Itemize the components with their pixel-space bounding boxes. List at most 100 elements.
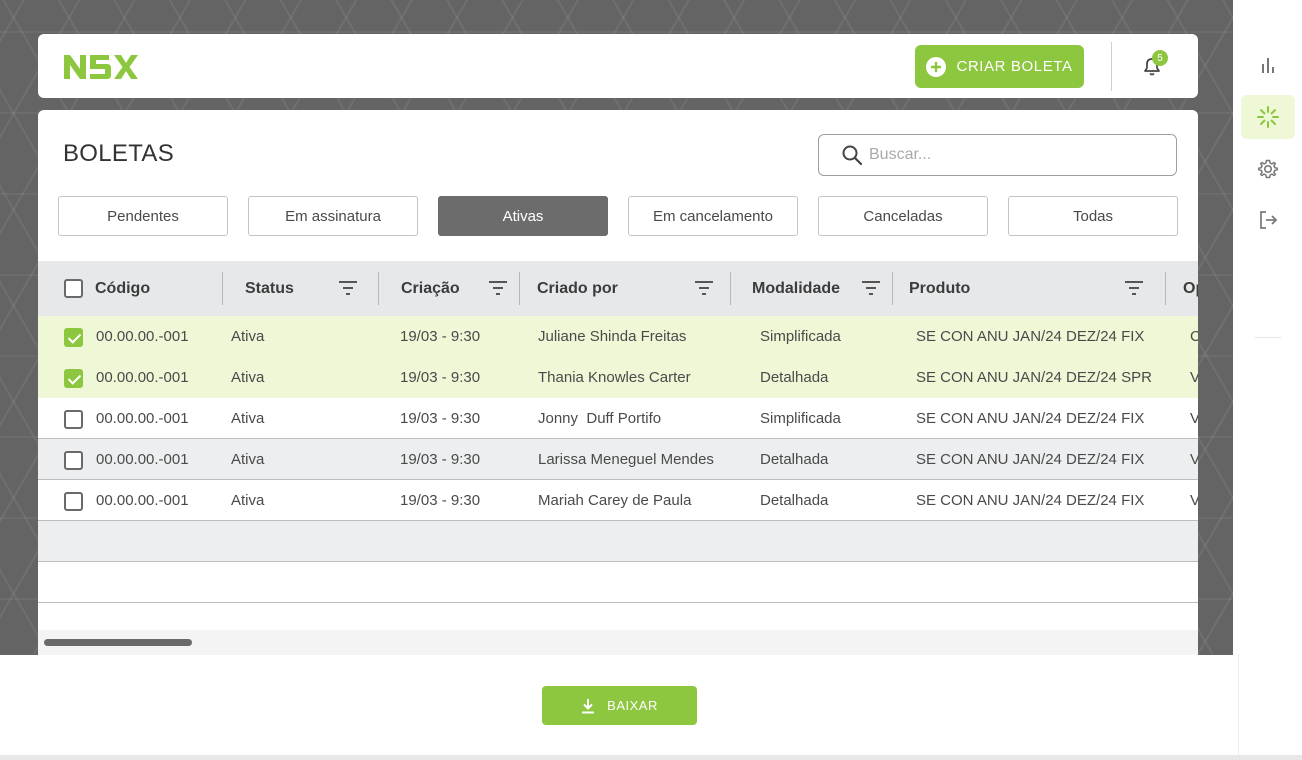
column-header-criacao: Criação (401, 279, 460, 297)
row-checkbox[interactable] (64, 328, 83, 347)
footer-bar: BAIXAR (0, 655, 1239, 755)
column-header-modalidade: Modalidade (752, 279, 841, 297)
cell-criado-por: Thania Knowles Carter (538, 369, 691, 386)
tab-canceladas[interactable]: Canceladas (818, 196, 988, 236)
cell-codigo: 00.00.00.-001 (96, 410, 189, 427)
cell-modalidade: Detalhada (760, 369, 829, 386)
settings-nav-item[interactable] (1241, 147, 1295, 191)
table-header: Código Status Criação Criado por Modalid… (38, 261, 1198, 316)
tab-em-assinatura[interactable]: Em assinatura (248, 196, 418, 236)
download-label: BAIXAR (607, 698, 658, 713)
cell-criacao: 19/03 - 9:30 (400, 410, 481, 427)
scrollbar-thumb[interactable] (44, 639, 192, 646)
boletas-table: Código Status Criação Criado por Modalid… (38, 261, 1198, 603)
cell-op: V (1190, 369, 1198, 386)
cell-criacao: 19/03 - 9:30 (400, 369, 481, 386)
cell-criacao: 19/03 - 9:30 (400, 451, 481, 468)
table-row[interactable]: 00.00.00.-001 Ativa 19/03 - 9:30 Jonny D… (38, 398, 1198, 439)
cell-op: V (1190, 492, 1198, 509)
chart-icon (1262, 58, 1274, 73)
filter-icon[interactable] (338, 279, 358, 297)
boletas-panel: BOLETAS Pendentes Em assinatura Ativas E… (38, 110, 1198, 655)
notifications-button[interactable]: 5 (1140, 50, 1168, 80)
column-header-status: Status (245, 279, 294, 297)
empty-row (38, 562, 1198, 603)
table-row[interactable]: 00.00.00.-001 Ativa 19/03 - 9:30 Mariah … (38, 480, 1198, 521)
cell-status: Ativa (231, 369, 265, 386)
filter-icon[interactable] (1124, 279, 1144, 297)
column-divider (519, 272, 520, 305)
cell-codigo: 00.00.00.-001 (96, 369, 189, 386)
column-header-criado-por: Criado por (537, 279, 618, 297)
loading-icon (1257, 106, 1279, 128)
create-boleta-label: CRIAR BOLETA (956, 58, 1073, 75)
search-box[interactable] (818, 134, 1177, 176)
tab-em-cancelamento[interactable]: Em cancelamento (628, 196, 798, 236)
column-divider (222, 272, 223, 305)
gear-icon (1257, 159, 1279, 179)
boletas-nav-item[interactable] (1241, 95, 1295, 139)
cell-modalidade: Detalhada (760, 451, 829, 468)
download-button[interactable]: BAIXAR (542, 686, 697, 725)
column-divider (1165, 272, 1166, 305)
cell-status: Ativa (231, 410, 265, 427)
cell-status: Ativa (231, 492, 265, 509)
table-row[interactable]: 00.00.00.-001 Ativa 19/03 - 9:30 Larissa… (38, 439, 1198, 480)
cell-op: V (1190, 451, 1198, 468)
cell-codigo: 00.00.00.-001 (96, 492, 189, 509)
tab-ativas[interactable]: Ativas (438, 196, 608, 236)
cell-codigo: 00.00.00.-001 (96, 328, 189, 345)
side-rail (1233, 0, 1302, 760)
column-header-op: Op (1183, 279, 1198, 297)
cell-status: Ativa (231, 328, 265, 345)
create-boleta-button[interactable]: CRIAR BOLETA (915, 45, 1084, 88)
plus-icon (926, 56, 947, 77)
tab-todas[interactable]: Todas (1008, 196, 1178, 236)
bottom-border (0, 755, 1302, 760)
cell-codigo: 00.00.00.-001 (96, 451, 189, 468)
filter-icon[interactable] (861, 279, 881, 297)
filter-icon[interactable] (488, 279, 508, 297)
cell-modalidade: Simplificada (760, 410, 841, 427)
logout-icon (1260, 211, 1278, 229)
column-divider (378, 272, 379, 305)
search-icon (842, 145, 863, 166)
cell-modalidade: Simplificada (760, 328, 841, 345)
page-title: BOLETAS (63, 140, 175, 167)
cell-produto: SE CON ANU JAN/24 DEZ/24 FIX (916, 451, 1145, 468)
cell-produto: SE CON ANU JAN/24 DEZ/24 SPR (916, 369, 1152, 386)
row-checkbox[interactable] (64, 369, 83, 388)
cell-produto: SE CON ANU JAN/24 DEZ/24 FIX (916, 492, 1145, 509)
column-header-codigo: Código (95, 279, 151, 297)
row-checkbox[interactable] (64, 410, 83, 429)
select-all-checkbox[interactable] (64, 279, 83, 298)
column-header-produto: Produto (909, 279, 971, 297)
rail-divider (1255, 337, 1281, 338)
logout-nav-item[interactable] (1241, 198, 1295, 242)
reports-nav-item[interactable] (1241, 43, 1295, 87)
cell-produto: SE CON ANU JAN/24 DEZ/24 FIX (916, 328, 1145, 345)
column-divider (892, 272, 893, 305)
cell-modalidade: Detalhada (760, 492, 829, 509)
table-row[interactable]: 00.00.00.-001 Ativa 19/03 - 9:30 Juliane… (38, 316, 1198, 357)
cell-op: C (1190, 328, 1198, 345)
empty-row (38, 521, 1198, 562)
cell-op: V (1190, 410, 1198, 427)
cell-criado-por: Juliane Shinda Freitas (538, 328, 687, 345)
header-divider (1111, 42, 1112, 91)
cell-criacao: 19/03 - 9:30 (400, 492, 481, 509)
n5x-logo (64, 55, 138, 79)
tab-pendentes[interactable]: Pendentes (58, 196, 228, 236)
cell-criado-por: Mariah Carey de Paula (538, 492, 692, 509)
row-checkbox[interactable] (64, 451, 83, 470)
cell-criado-por: Larissa Meneguel Mendes (538, 451, 714, 468)
cell-produto: SE CON ANU JAN/24 DEZ/24 FIX (916, 410, 1145, 427)
search-input[interactable] (869, 146, 1159, 164)
filter-icon[interactable] (694, 279, 714, 297)
download-icon (582, 698, 595, 713)
table-row[interactable]: 00.00.00.-001 Ativa 19/03 - 9:30 Thania … (38, 357, 1198, 398)
horizontal-scrollbar[interactable] (38, 630, 1198, 655)
column-divider (730, 272, 731, 305)
cell-status: Ativa (231, 451, 265, 468)
row-checkbox[interactable] (64, 492, 83, 511)
